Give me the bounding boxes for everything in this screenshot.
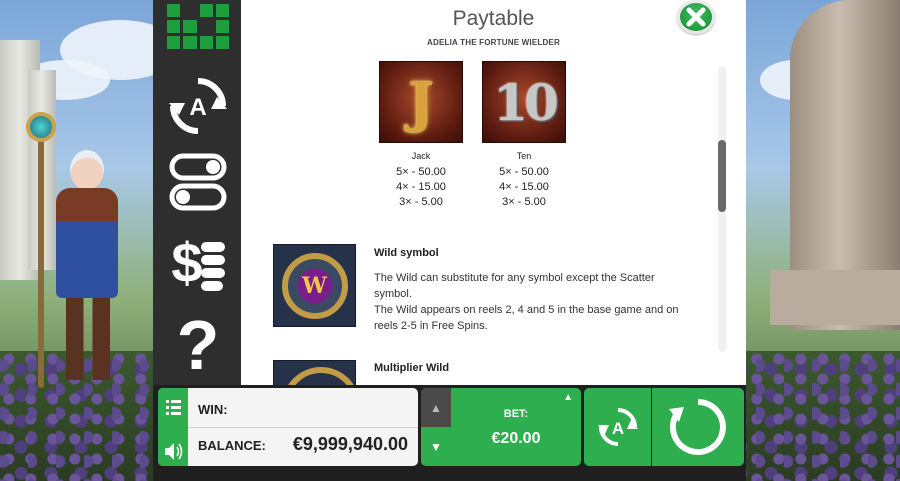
ten-symbol-tile: 10 [482, 61, 566, 143]
bet-label: BET: [503, 408, 529, 420]
jack-symbol-name: Jack [411, 151, 431, 161]
svg-text:A: A [189, 94, 206, 121]
heroine-character [38, 150, 128, 380]
bet-value: €20.00 [491, 430, 541, 447]
paytable-money-icon: $ [171, 231, 225, 294]
bottom-control-bar: WIN: BALANCE: €9,999,940.00 ▲ ▼ ▲ BET: €… [153, 385, 746, 481]
ten-payout-3: 3× - 5.00 [502, 196, 546, 208]
heroine-legs [66, 298, 110, 380]
wild-description-1: The Wild can substitute for any symbol e… [374, 272, 655, 300]
staff-orb [26, 112, 56, 142]
autoplay-menu-button[interactable]: A [163, 74, 233, 138]
spin-button[interactable] [652, 388, 744, 466]
wild-heading: Wild symbol [374, 247, 439, 259]
spin-icon [669, 399, 726, 455]
paytable-panel: Paytable ADELIA THE FORTUNE WIELDER J Ja… [241, 0, 746, 385]
bet-arrows: ▲ ▼ [421, 388, 451, 466]
balance-label: BALANCE: [198, 438, 266, 453]
jack-glyph: J [408, 70, 434, 134]
win-label: WIN: [198, 402, 228, 417]
bet-expand-icon[interactable]: ▲ [563, 392, 573, 403]
wild-glyph: W [281, 252, 348, 319]
jack-payout-4: 4× - 15.00 [396, 181, 446, 193]
ten-symbol-name: Ten [516, 151, 532, 161]
bet-control[interactable]: ▲ ▼ ▲ BET: €20.00 [421, 388, 581, 466]
heroine-body [56, 188, 118, 298]
jack-symbol-tile: J [379, 61, 463, 143]
svg-text:$: $ [171, 231, 202, 294]
sound-icon[interactable] [158, 432, 188, 466]
settings-menu-button[interactable] [163, 150, 233, 214]
ten-payout-4: 4× - 15.00 [499, 181, 549, 193]
jack-payout-5: 5× - 50.00 [396, 166, 446, 178]
balance-value: €9,999,940.00 [292, 434, 408, 454]
side-menu: A $ ? [153, 0, 241, 385]
wild-description-2: The Wild appears on reels 2, 4 and 5 in … [374, 304, 679, 332]
settings-toggle-icon [169, 153, 227, 211]
close-icon [686, 7, 706, 27]
autoplay-icon: A [597, 408, 638, 446]
autoplay-button[interactable]: A [584, 388, 651, 466]
heroine-head [70, 150, 104, 190]
scrollbar-thumb[interactable] [718, 140, 726, 212]
ten-glyph: 10 [493, 72, 559, 132]
paytable-title: Paytable [452, 7, 535, 30]
ten-payout-5: 5× - 50.00 [499, 166, 549, 178]
jack-payout-3: 3× - 5.00 [399, 196, 443, 208]
svg-text:?: ? [177, 309, 220, 375]
help-menu-button[interactable]: ? [163, 309, 233, 375]
autoplay-icon: A [169, 78, 227, 134]
svg-text:A: A [611, 419, 623, 438]
grid-logo-icon[interactable] [167, 4, 229, 49]
close-button[interactable] [677, 0, 715, 34]
multiplier-wild-tile [273, 360, 356, 385]
bet-up-icon[interactable]: ▲ [421, 388, 451, 427]
win-balance-box: WIN: BALANCE: €9,999,940.00 [158, 388, 418, 466]
info-divider [188, 427, 418, 428]
statue-pedestal [770, 270, 900, 325]
multiplier-heading: Multiplier Wild [374, 362, 450, 374]
menu-list-icon[interactable] [158, 388, 188, 427]
wild-symbol-tile: W [273, 244, 356, 327]
paytable-subtitle: ADELIA THE FORTUNE WIELDER [427, 38, 560, 47]
paytable-menu-button[interactable]: $ [163, 230, 233, 294]
help-icon: ? [177, 309, 220, 375]
bet-down-icon[interactable]: ▼ [421, 427, 451, 466]
info-icon-column [158, 388, 188, 466]
